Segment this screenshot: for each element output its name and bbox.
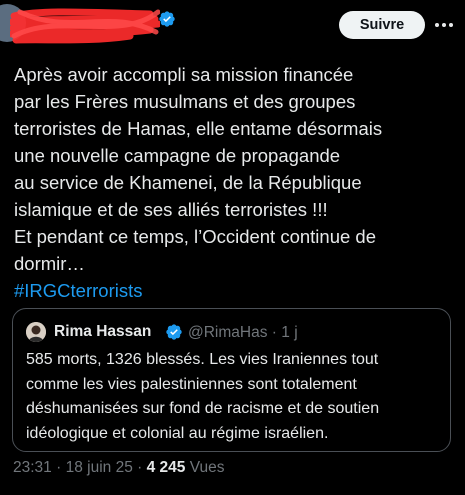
tweet-header: Suivre (0, 0, 465, 52)
follow-button[interactable]: Suivre (339, 11, 425, 39)
quoted-tweet[interactable]: Rima Hassan @RimaHas · 1 j 585 morts, 13… (12, 308, 451, 452)
more-options-button[interactable] (432, 14, 456, 36)
meta-separator: · (56, 459, 62, 476)
tweet-line: au service de Khamenei, de la République (14, 172, 362, 193)
tweet-date[interactable]: 18 juin 25 (66, 459, 133, 476)
verified-badge-icon (166, 324, 182, 340)
tweet-line: une nouvelle campagne de propagande (14, 145, 341, 166)
quoted-tweet-body: 585 morts, 1326 blessés. Les vies Iranie… (26, 348, 442, 446)
quoted-author-avatar[interactable] (26, 322, 46, 342)
quoted-author-name[interactable]: Rima Hassan (54, 323, 151, 341)
more-horizontal-icon (435, 23, 453, 27)
verified-badge-icon (159, 11, 175, 27)
quoted-line: comme les vies palestiniennes sont total… (26, 375, 357, 393)
tweet-line: Et pendant ce temps, l’Occident continue… (14, 226, 376, 247)
hashtag-link[interactable]: #IRGCterrorists (14, 277, 454, 304)
redaction-scribble (10, 8, 160, 44)
tweet-line: islamique et de ses alliés terroristes !… (14, 199, 328, 220)
views-count: 4 245 (146, 459, 186, 476)
quoted-line: déshumanisées sur fond de racisme et de … (26, 400, 380, 417)
quoted-tweet-age[interactable]: 1 j (281, 324, 297, 341)
quoted-author-handle[interactable]: @RimaHas (188, 324, 267, 341)
tweet-line: terroristes de Hamas, elle entame désorm… (14, 118, 383, 139)
quoted-author-meta: @RimaHas · 1 j (188, 324, 298, 342)
tweet-body: Après avoir accompli sa mission financée… (14, 61, 454, 304)
views-label: Vues (189, 459, 225, 476)
tweet-time[interactable]: 23:31 (13, 459, 52, 476)
tweet-line: Après avoir accompli sa mission financée (14, 64, 354, 85)
tweet-metadata: 23:31 · 18 juin 25 · 4 245 Vues (13, 459, 225, 477)
meta-separator: · (137, 459, 143, 476)
quoted-line: 585 morts, 1326 blessés. Les vies Iranie… (26, 351, 379, 368)
meta-separator: · (271, 324, 277, 341)
quoted-line: idéologique et colonial au régime israél… (26, 424, 329, 442)
tweet-line: dormir… (14, 253, 85, 274)
tweet-line: par les Frères musulmans et des groupes (14, 91, 356, 112)
